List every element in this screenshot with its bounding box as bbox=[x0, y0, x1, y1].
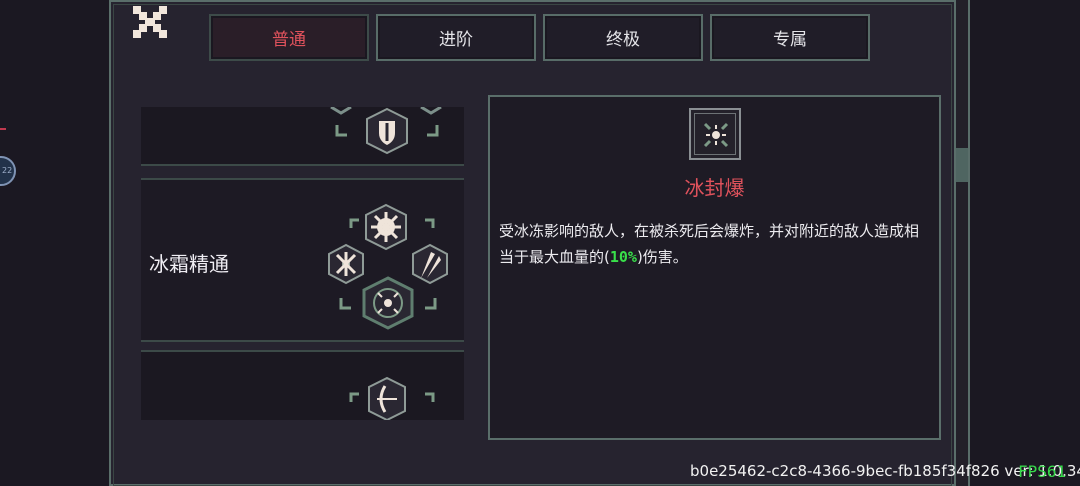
tab-advanced[interactable]: 进阶 bbox=[376, 14, 536, 61]
skill-row bbox=[141, 350, 464, 420]
skill-row-graphics bbox=[328, 203, 448, 330]
side-level-text: 22 bbox=[2, 166, 13, 175]
close-icon bbox=[133, 6, 167, 38]
ice-burst-icon bbox=[703, 122, 729, 148]
desc-text: 受冰冻影响的敌人，在被杀死后会爆炸，并对附近的敌人造成相当于最大血量的( bbox=[499, 222, 920, 266]
panel-scrollbar-thumb[interactable] bbox=[956, 148, 968, 182]
detail-skill-icon-frame bbox=[689, 108, 741, 160]
side-level-badge[interactable]: 22 bbox=[0, 156, 16, 186]
bow-icon[interactable] bbox=[368, 376, 406, 420]
detail-skill-title: 冰封爆 bbox=[684, 176, 745, 200]
fps-counter: FPS61 bbox=[1018, 462, 1067, 481]
skill-row-frost-mastery[interactable]: 冰霜精通 bbox=[141, 178, 464, 342]
detail-skill-icon-inner bbox=[694, 113, 736, 155]
side-indicator bbox=[0, 128, 6, 130]
arrow-icon bbox=[335, 125, 347, 137]
shield-icon[interactable] bbox=[366, 107, 408, 155]
skill-row-graphics bbox=[349, 376, 435, 420]
ice-shard-icon[interactable] bbox=[412, 243, 448, 285]
detail-skill-description: 受冰冻影响的敌人，在被杀死后会爆炸，并对附近的敌人造成相当于最大血量的(10%)… bbox=[499, 218, 931, 270]
tab-exclusive[interactable]: 专属 bbox=[710, 14, 870, 61]
desc-highlight-value: 10% bbox=[609, 248, 637, 266]
frost-shards-icon[interactable] bbox=[328, 243, 364, 285]
tab-ultimate[interactable]: 终极 bbox=[543, 14, 703, 61]
ice-burst-icon[interactable] bbox=[362, 276, 414, 330]
close-button[interactable] bbox=[133, 6, 167, 38]
skill-row bbox=[141, 107, 464, 166]
arrow-icon bbox=[427, 125, 439, 137]
panel-scrollbar[interactable] bbox=[954, 0, 970, 486]
skill-tree-list[interactable]: 冰霜精通 bbox=[141, 107, 464, 420]
snowflake-icon[interactable] bbox=[365, 203, 407, 251]
skill-row-graphics bbox=[330, 107, 442, 155]
desc-text-end: )伤害。 bbox=[636, 248, 688, 266]
tab-normal[interactable]: 普通 bbox=[209, 14, 369, 61]
